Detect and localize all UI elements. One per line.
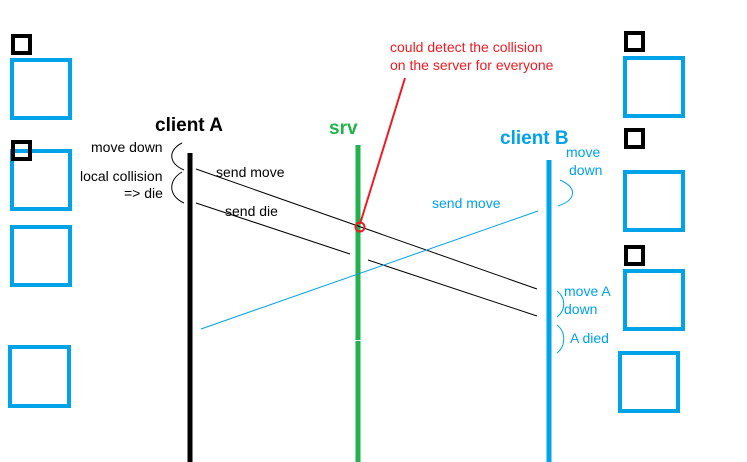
send-move-label: send move: [216, 164, 285, 180]
b-move-a-down-brace: [556, 290, 565, 318]
board-square: [623, 269, 685, 331]
sequence-diagram: client A srv client B move down local co…: [8, 31, 685, 462]
b-move-label-1: move: [566, 144, 600, 160]
client-b-title: client B: [500, 128, 569, 149]
server-note-line-2: on the server for everyone: [390, 57, 554, 73]
b-send-move-arrow: [200, 210, 539, 330]
board-square: [10, 225, 72, 287]
b-a-died-brace: [556, 324, 565, 354]
client-a-board: [8, 34, 72, 408]
move-down-label: move down: [91, 139, 163, 155]
b-send-move-label: send move: [432, 195, 501, 211]
srv-title: srv: [329, 118, 358, 139]
send-die-arrow-part2: [367, 259, 538, 317]
board-square: [8, 345, 71, 408]
client-b-board: [618, 31, 685, 413]
die-label: => die: [124, 185, 163, 201]
b-move-down-brace: [557, 179, 573, 207]
small-marker-square: [624, 245, 645, 266]
send-die-label: send die: [225, 203, 278, 219]
collision-brace: [171, 171, 185, 204]
small-marker-square: [11, 34, 32, 55]
client-a-title: client A: [155, 115, 223, 136]
local-collision-label: local collision: [80, 168, 162, 184]
a-died-label: A died: [570, 330, 609, 346]
note-pointer-line: [359, 77, 406, 225]
board-square: [618, 351, 680, 413]
small-marker-square: [624, 31, 645, 52]
board-square: [623, 170, 685, 232]
small-marker-square: [624, 128, 645, 149]
b-move-label-2: down: [569, 162, 602, 178]
board-square: [10, 58, 72, 120]
move-a-down-label-1: move A: [564, 283, 611, 299]
board-square: [623, 56, 685, 118]
move-a-down-label-2: down: [564, 301, 597, 317]
move-down-brace: [171, 142, 185, 171]
server-note-line-1: could detect the collision: [390, 39, 543, 55]
